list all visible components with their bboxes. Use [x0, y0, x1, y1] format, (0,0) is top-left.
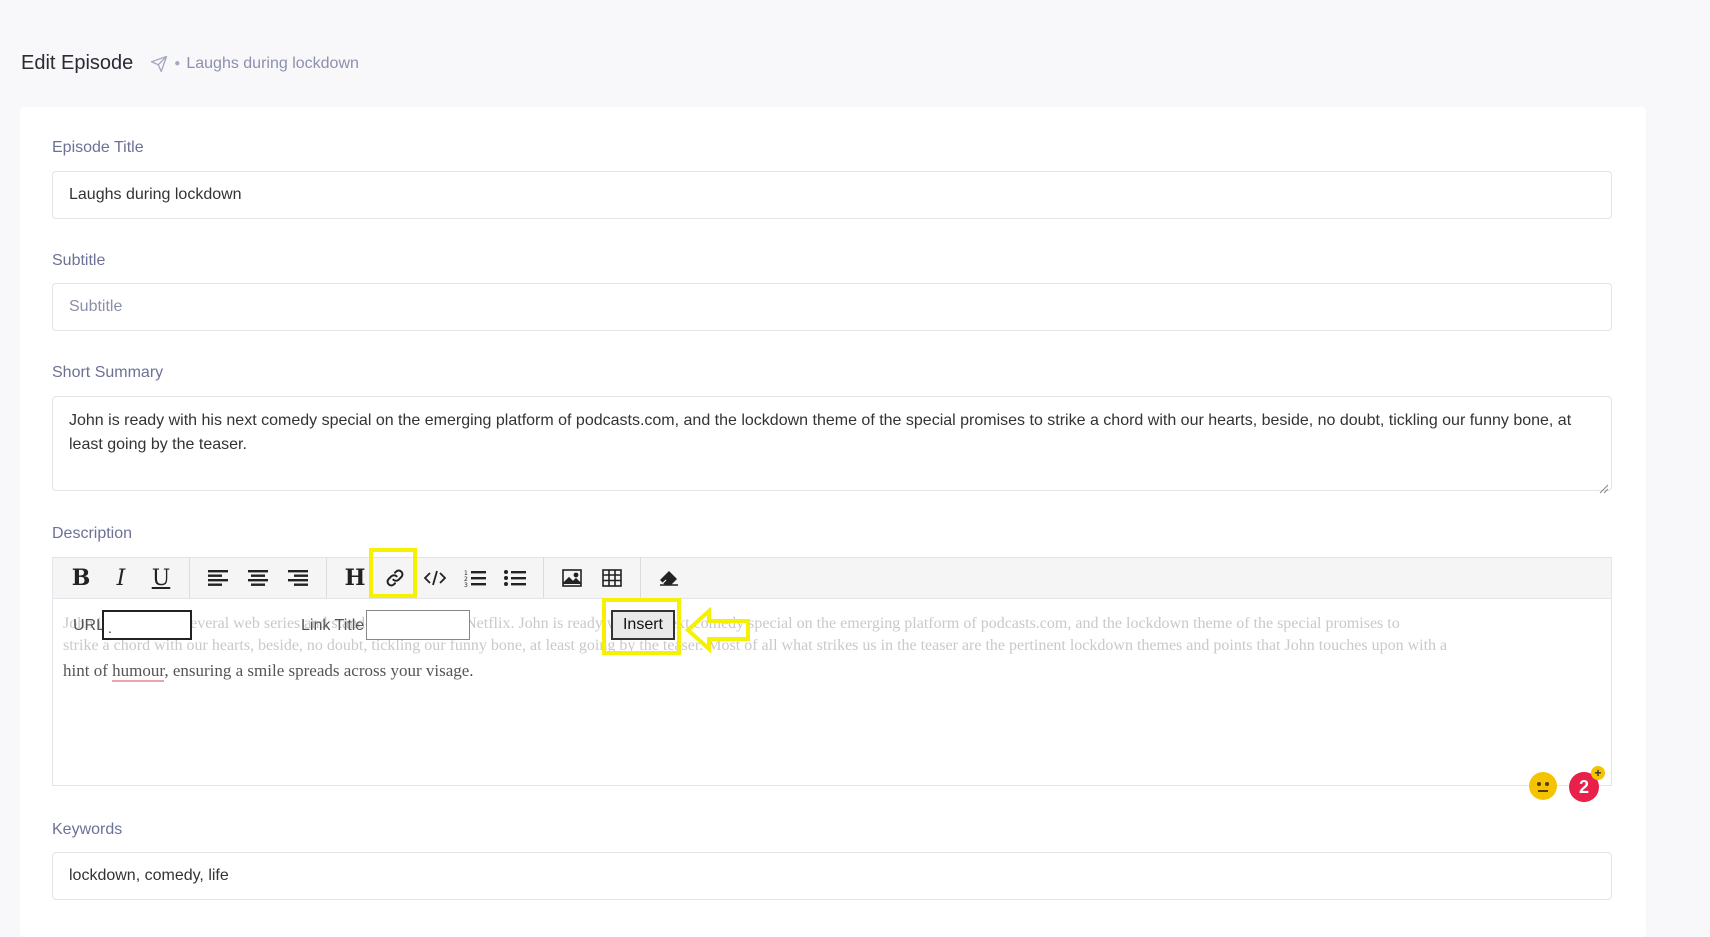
neutral-face-emoji-icon[interactable]: [1529, 772, 1557, 800]
resize-handle-icon[interactable]: [1599, 478, 1609, 494]
badge-plus-icon: +: [1591, 766, 1605, 780]
misspelled-word[interactable]: humour: [112, 661, 165, 682]
align-center-icon[interactable]: [238, 558, 278, 598]
url-label: URL: [73, 617, 106, 634]
ordered-list-icon[interactable]: 123: [455, 558, 495, 598]
underline-button[interactable]: U: [141, 558, 181, 598]
editor-text-line-3: hint of humour, ensuring a smile spreads…: [63, 661, 474, 682]
link-insert-form: URL . Link Title Insert: [53, 598, 1611, 659]
toolbar-group-insert: H 123: [327, 558, 544, 598]
notification-badge[interactable]: 2 +: [1569, 766, 1605, 804]
keywords-input[interactable]: lockdown, comedy, life: [52, 852, 1612, 900]
url-input-value: .: [108, 620, 112, 636]
toolbar-group-clear: [641, 558, 697, 598]
arrow-annotation-icon: [685, 607, 750, 653]
short-summary-value: John is ready with his next comedy speci…: [69, 412, 1572, 453]
link-title-input[interactable]: [366, 610, 470, 640]
editor-text-suffix: , ensuring a smile spreads across your v…: [164, 661, 474, 680]
align-left-icon[interactable]: [198, 558, 238, 598]
subtitle-placeholder: Subtitle: [69, 298, 123, 315]
bold-button[interactable]: B: [61, 558, 101, 598]
subtitle-label: Subtitle: [52, 252, 106, 269]
heading-button[interactable]: H: [335, 558, 375, 598]
toolbar-group-media: [544, 558, 641, 598]
page-title: Edit Episode: [21, 52, 134, 74]
edit-episode-card: [20, 107, 1646, 937]
page-header: Edit Episode ● Laughs during lockdown: [21, 52, 359, 75]
editor-toolbar: B I U H 123: [53, 548, 1611, 599]
description-label: Description: [52, 525, 133, 542]
toolbar-group-text-style: B I U: [53, 558, 190, 598]
keywords-value: lockdown, comedy, life: [69, 867, 229, 884]
table-icon[interactable]: [592, 558, 632, 598]
align-right-icon[interactable]: [278, 558, 318, 598]
toolbar-group-align: [190, 558, 327, 598]
short-summary-textarea[interactable]: John is ready with his next comedy speci…: [52, 396, 1612, 494]
unordered-list-icon[interactable]: [495, 558, 535, 598]
breadcrumb-separator: ●: [174, 58, 181, 69]
subtitle-input[interactable]: Subtitle: [52, 283, 1612, 331]
description-editor[interactable]: B I U H 123 John is ready with several w…: [52, 548, 1612, 802]
url-input[interactable]: .: [102, 610, 192, 640]
paper-plane-icon: [150, 55, 168, 73]
italic-button[interactable]: I: [101, 558, 141, 598]
editor-text-prefix: hint of: [63, 661, 113, 680]
insert-button[interactable]: Insert: [611, 610, 675, 640]
link-icon[interactable]: [375, 558, 415, 598]
editor-content[interactable]: John is ready with several web series an…: [53, 598, 1611, 802]
breadcrumb[interactable]: Laughs during lockdown: [186, 55, 359, 73]
keywords-label: Keywords: [52, 821, 123, 838]
episode-title-input[interactable]: Laughs during lockdown: [52, 171, 1612, 219]
eraser-icon[interactable]: [649, 558, 689, 598]
svg-text:3: 3: [464, 582, 468, 587]
code-icon[interactable]: [415, 558, 455, 598]
short-summary-label: Short Summary: [52, 364, 164, 381]
image-icon[interactable]: [552, 558, 592, 598]
episode-title-value: Laughs during lockdown: [69, 186, 242, 203]
link-title-label: Link Title: [301, 617, 365, 634]
episode-title-label: Episode Title: [52, 139, 144, 156]
